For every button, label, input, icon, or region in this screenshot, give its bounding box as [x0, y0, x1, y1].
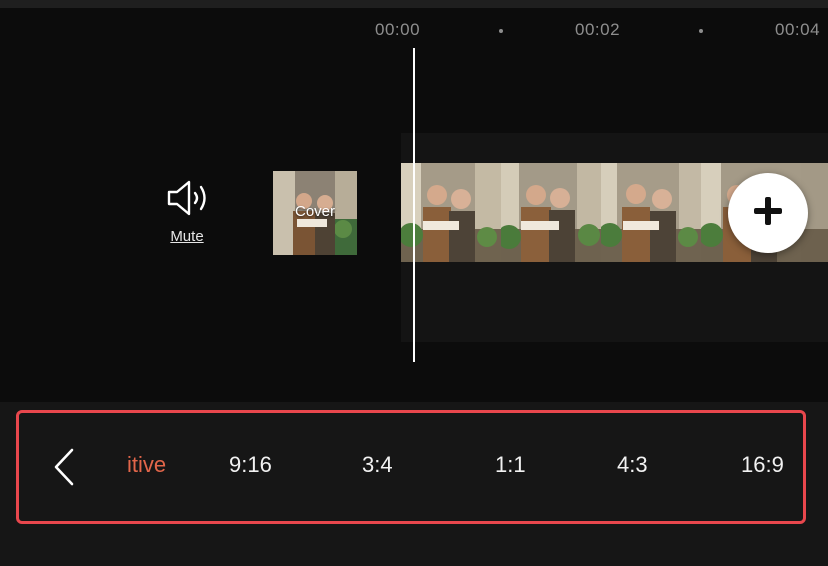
- back-button[interactable]: [50, 446, 80, 488]
- tick-label: 00:02: [575, 20, 621, 39]
- tick-label: 00:00: [375, 20, 421, 39]
- tick-dot: [699, 29, 703, 33]
- cover-label: Cover: [294, 203, 335, 220]
- ratio-option-16-9[interactable]: 16:9: [741, 452, 784, 478]
- tick-dot: [499, 29, 503, 33]
- plus-icon: [752, 195, 784, 232]
- clip-frame: [601, 163, 701, 262]
- ratio-option-3-4[interactable]: 3:4: [362, 452, 393, 478]
- cover-thumbnail[interactable]: Cover: [273, 171, 357, 255]
- top-strip: [0, 0, 828, 8]
- tick-label: 00:04: [775, 20, 821, 39]
- add-clip-button[interactable]: [728, 173, 808, 253]
- ratio-option-adaptive[interactable]: itive: [127, 452, 166, 478]
- clip-frame: [501, 163, 601, 262]
- clip-frame: [401, 163, 501, 262]
- ratio-option-4-3[interactable]: 4:3: [617, 452, 648, 478]
- ratio-option-9-16[interactable]: 9:16: [229, 452, 272, 478]
- timeline-ruler: 00:00 00:02 00:04: [0, 8, 828, 48]
- ratio-option-1-1[interactable]: 1:1: [495, 452, 526, 478]
- mute-label: Mute: [170, 228, 204, 245]
- playhead[interactable]: [413, 48, 415, 362]
- mute-button[interactable]: Mute: [150, 178, 224, 258]
- speaker-icon: [150, 178, 224, 218]
- chevron-left-icon: [50, 448, 80, 492]
